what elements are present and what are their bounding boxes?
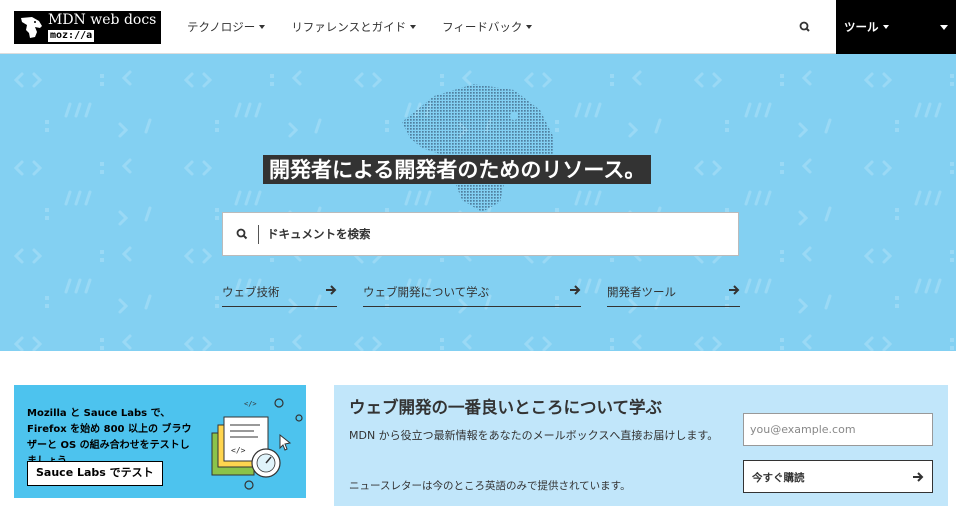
caret-down-icon <box>526 25 533 29</box>
svg-text:</>: </> <box>244 400 257 408</box>
arrow-right-icon <box>326 285 337 295</box>
tools-label-wrap: ツール <box>844 19 889 35</box>
arrow-right-icon <box>913 472 924 482</box>
nav-feedback-label: フィードバック <box>442 20 523 34</box>
link-learn-web-dev[interactable]: ウェブ開発について学ぶ <box>363 281 581 307</box>
dinosaur-logo-icon <box>21 17 42 38</box>
search-icon <box>799 21 810 32</box>
svg-text:</>: </> <box>231 446 246 455</box>
mdn-logo[interactable]: MDN web docs moz://a <box>14 11 161 44</box>
sauce-labs-test-button[interactable]: Sauce Labs でテスト <box>27 461 163 486</box>
caret-down-icon <box>410 25 417 29</box>
link-web-technologies-label: ウェブ技術 <box>222 285 280 299</box>
header-search-button[interactable] <box>795 17 815 37</box>
search-divider <box>258 225 259 244</box>
newsletter-signup: ウェブ開発の一番良いところについて学ぶ MDN から役立つ最新情報をあなたのメー… <box>334 385 948 506</box>
search-icon <box>236 228 248 240</box>
subscribe-button[interactable]: 今すぐ購読 <box>743 460 933 493</box>
main-nav: テクノロジー リファレンスとガイド フィードバック <box>187 0 558 54</box>
caret-down-icon <box>882 25 889 29</box>
tools-menu[interactable]: ツール <box>836 0 956 54</box>
link-learn-web-dev-label: ウェブ開発について学ぶ <box>363 285 490 299</box>
site-header: MDN web docs moz://a テクノロジー リファレンスとガイド フ… <box>0 0 956 54</box>
newsletter-language-note: ニュースレターは今のところ英語のみで提供されています。 <box>349 480 631 492</box>
logo-title: MDN web docs <box>48 12 157 28</box>
email-field[interactable] <box>743 413 933 446</box>
tools-label: ツール <box>844 20 879 34</box>
newsletter-description: MDN から役立つ最新情報をあなたのメールボックスへ直接お届けします。 <box>349 429 719 442</box>
newsletter-title: ウェブ開発の一番良いところについて学ぶ <box>349 398 663 417</box>
nav-feedback[interactable]: フィードバック <box>442 19 533 35</box>
hero-title: 開発者による開発者のためのリソース。 <box>263 155 652 184</box>
sauce-labs-promo: Mozilla と Sauce Labs で、Firefox を始め 800 以… <box>14 385 306 498</box>
link-developer-tools-label: 開発者ツール <box>607 285 676 299</box>
caret-down-icon <box>259 25 266 29</box>
dinosaur-head-illustration <box>402 84 554 212</box>
nav-references-guides[interactable]: リファレンスとガイド <box>291 19 417 35</box>
arrow-right-icon <box>570 285 581 295</box>
browser-testing-illustration: </> </> <box>211 398 303 490</box>
arrow-right-icon <box>729 285 740 295</box>
hero-search-box <box>222 212 739 256</box>
hero-banner: 開発者による開発者のためのリソース。 ウェブ技術 ウェブ開発について学ぶ 開発者… <box>0 54 956 351</box>
subscribe-button-label: 今すぐ購読 <box>752 472 805 484</box>
link-web-technologies[interactable]: ウェブ技術 <box>222 281 337 307</box>
nav-references-label: リファレンスとガイド <box>291 20 407 34</box>
tools-dropdown-icon <box>940 25 948 30</box>
nav-technologies[interactable]: テクノロジー <box>187 19 266 35</box>
link-developer-tools[interactable]: 開発者ツール <box>607 281 740 307</box>
nav-technologies-label: テクノロジー <box>187 20 256 34</box>
mozilla-wordmark: moz://a <box>48 30 95 42</box>
documentation-search-input[interactable] <box>267 213 727 255</box>
